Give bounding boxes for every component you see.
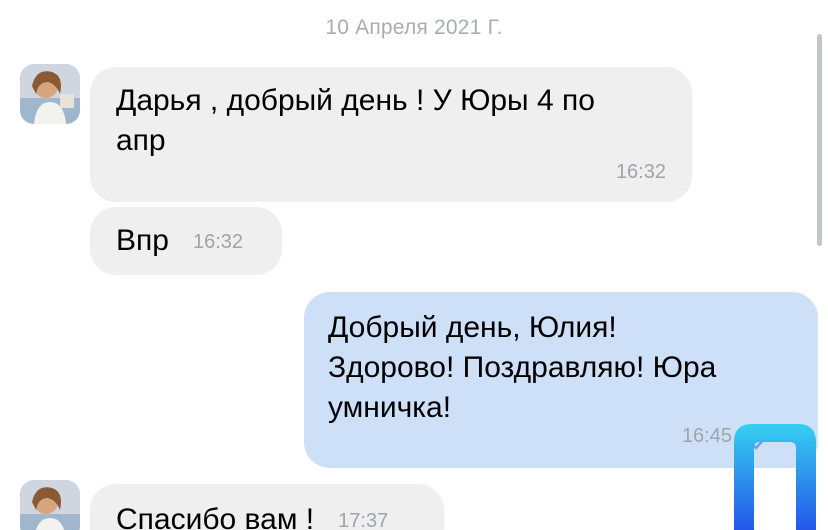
message-time: 17:37 <box>338 510 389 530</box>
contact-avatar[interactable] <box>20 64 80 124</box>
contact-avatar[interactable] <box>20 480 80 530</box>
message-text: Спасибо вам ! <box>116 503 315 530</box>
message-time: 16:32 <box>192 231 244 253</box>
date-separator: 10 Апреля 2021 Г. <box>325 16 503 39</box>
incoming-message[interactable]: Спасибо вам ! 17:37 <box>90 484 444 530</box>
avatar-photo <box>20 64 80 124</box>
message-time: 16:45 <box>681 425 732 447</box>
incoming-message[interactable]: Впр 16:32 <box>90 207 282 275</box>
scrollbar[interactable] <box>817 34 822 246</box>
message-time: 16:32 <box>615 161 666 183</box>
blue-logo-mark <box>734 424 816 530</box>
avatar-photo <box>20 480 80 530</box>
incoming-message[interactable]: Дарья , добрый день ! У Юры 4 по апр 16:… <box>90 67 692 202</box>
message-text: Впр <box>116 224 169 257</box>
message-text: Дарья , добрый день ! У Юры 4 по апр <box>116 84 595 157</box>
message-text: Добрый день, Юлия! Здорово! Поздравляю! … <box>328 311 717 424</box>
chat-view: 10 Апреля 2021 Г. Дарья , добрый день ! … <box>0 0 828 530</box>
